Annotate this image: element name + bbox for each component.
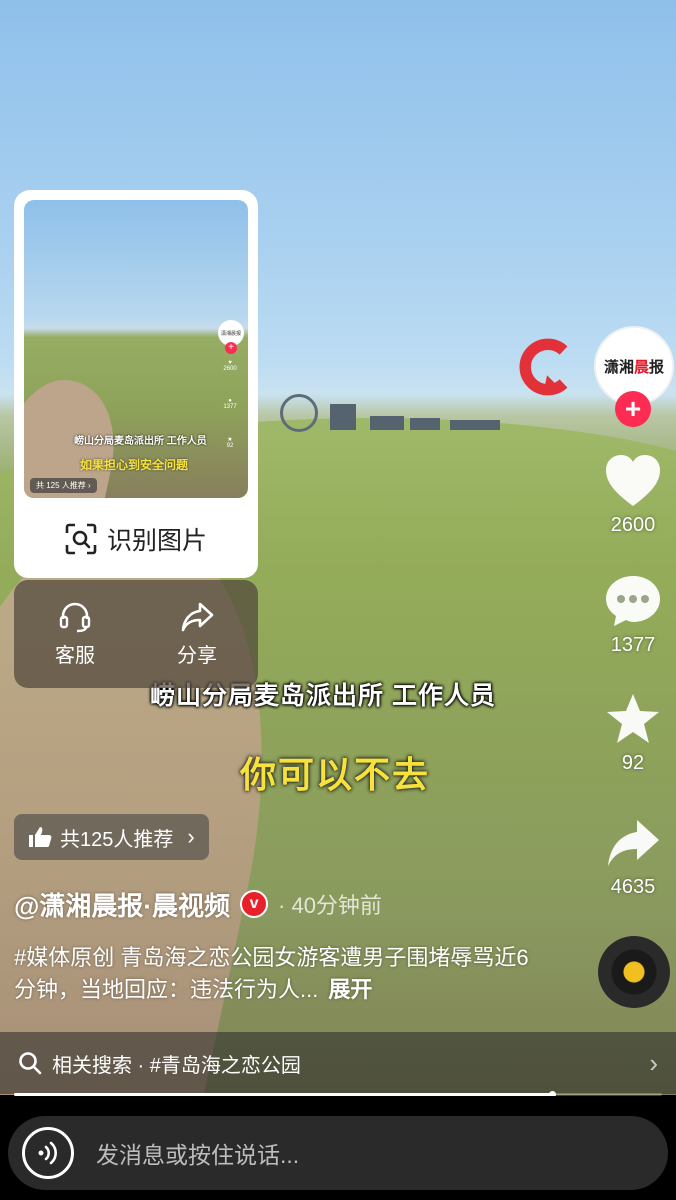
voice-wave-icon (38, 1141, 57, 1165)
thumb-like: ♥ 2600 (223, 360, 237, 372)
recognize-image-button[interactable]: 识别图片 (14, 508, 258, 570)
share-arrow-icon (608, 820, 659, 866)
description-text: #媒体原创 青岛海之恋公园女游客遭男子围堵辱骂近6分钟，当地回应：违法行为人..… (14, 945, 529, 1002)
chevron-right-icon: › (649, 1047, 658, 1078)
share-count: 4635 (610, 876, 656, 898)
thumb-recommend-badge: 共 125 人推荐 › (30, 478, 97, 493)
like-count: 2600 (610, 514, 656, 536)
thumb-subtitle1: 崂山分局麦岛派出所 工作人员 (74, 436, 207, 447)
post-time: · 40分钟前 (278, 893, 382, 918)
video-description[interactable]: #媒体原创 青岛海之恋公园女游客遭男子围堵辱骂近6分钟，当地回应：违法行为人..… (14, 942, 534, 1006)
thumb-follow-icon: + (225, 342, 237, 354)
message-placeholder: 发消息或按住说话... (96, 1142, 300, 1168)
comment-button[interactable]: 1377 (585, 574, 676, 657)
avatar-text-b: 晨 (633, 358, 649, 376)
thumbs-up-icon (29, 827, 52, 847)
share-button[interactable]: 4635 (585, 816, 676, 899)
skyline (260, 398, 520, 430)
expand-button[interactable]: 展开 (328, 977, 372, 1002)
bottom-bar: 发消息或按住说话... (0, 1096, 676, 1200)
favorite-button[interactable]: 92 (585, 692, 676, 775)
favorite-count: 92 (621, 752, 645, 774)
related-search-label: 相关搜索 · #青岛海之恋公园 (52, 1054, 301, 1077)
follow-button[interactable]: + (615, 391, 651, 427)
customer-service-label: 客服 (55, 644, 95, 667)
scan-search-icon (65, 523, 97, 555)
avatar-text-c: 报 (649, 358, 665, 376)
recognize-image-label: 识别图片 (106, 527, 207, 555)
video-thumbnail: 潇湘晨报 + ♥ 2600 ● 1377 ★ 92 崂山分局麦岛派出所 工作人员 如果… (24, 200, 248, 498)
heart-icon (606, 455, 660, 506)
like-button[interactable]: 2600 (585, 454, 676, 537)
recommend-badge[interactable]: 共125人推荐 › (14, 814, 209, 860)
comment-icon (606, 576, 660, 626)
verified-badge-icon: v (240, 890, 269, 918)
search-icon (19, 1052, 42, 1075)
headset-icon (59, 602, 91, 632)
video-subtitle-line2: 你可以不去 (240, 754, 431, 795)
customer-service-button[interactable]: 客服 (14, 580, 136, 688)
watermark-logo-icon (519, 338, 568, 396)
voice-input-button[interactable] (22, 1127, 74, 1179)
music-disc-icon[interactable] (598, 936, 670, 1008)
thumb-fav: ★ 92 (226, 437, 234, 449)
author-line: @潇湘晨报·晨视频 v · 40分钟前 (14, 884, 382, 924)
related-search-bar[interactable]: 相关搜索 · #青岛海之恋公园 › (0, 1032, 676, 1094)
long-press-popup: 潇湘晨报 + ♥ 2600 ● 1377 ★ 92 崂山分局麦岛派出所 工作人员 如果… (14, 190, 258, 688)
star-icon (607, 694, 659, 743)
message-input[interactable]: 发消息或按住说话... (8, 1116, 668, 1190)
popup-card: 潇湘晨报 + ♥ 2600 ● 1377 ★ 92 崂山分局麦岛派出所 工作人员 如果… (14, 190, 258, 578)
share-outline-icon (181, 602, 214, 631)
thumb-subtitle2: 如果担心到安全问题 (80, 458, 189, 472)
comment-count: 1377 (610, 634, 656, 656)
author-name[interactable]: @潇湘晨报·晨视频 (14, 886, 230, 923)
recommend-label: 共125人推荐 (60, 828, 174, 851)
popup-share-label: 分享 (177, 644, 217, 667)
popup-actions: 客服 分享 (14, 580, 258, 688)
thumb-comment: ● 1377 (223, 398, 237, 410)
avatar-text-a: 潇湘 (603, 358, 634, 376)
popup-share-button[interactable]: 分享 (136, 580, 258, 688)
chevron-right-icon: › (187, 824, 195, 849)
